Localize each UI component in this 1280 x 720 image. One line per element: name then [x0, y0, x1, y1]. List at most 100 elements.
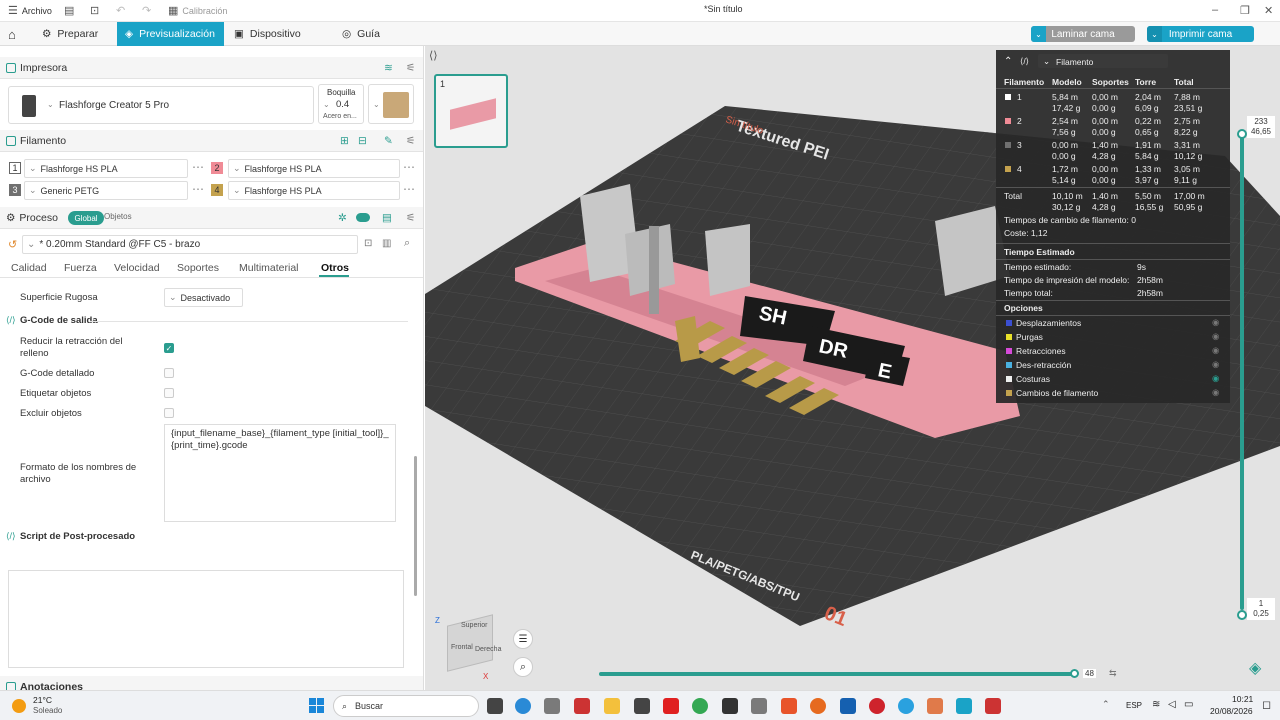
save-icon[interactable]: ⊡ — [90, 4, 99, 17]
horizontal-slider-handle[interactable] — [1070, 669, 1079, 678]
app-menu[interactable]: ☰ Archivo — [8, 4, 52, 17]
redo-icon[interactable]: ↷ — [142, 4, 151, 17]
app-icon[interactable] — [927, 698, 943, 714]
global-toggle[interactable]: Global — [68, 211, 104, 225]
task-view-icon[interactable] — [487, 698, 503, 714]
tab-device[interactable]: ▣ Dispositivo — [226, 22, 309, 46]
layers-icon[interactable]: ◈ — [1249, 658, 1271, 680]
code-icon[interactable]: ⟨/⟩ — [1020, 56, 1029, 67]
expand-icon[interactable]: ⇆ — [1109, 668, 1117, 679]
filament-4-select[interactable]: ⌄ Flashforge HS PLA — [228, 181, 400, 200]
print-button[interactable]: ⌄ Imprimir cama — [1147, 26, 1254, 42]
edit-icon[interactable]: ⋯ — [403, 182, 415, 196]
settings-icon[interactable]: ⚟ — [406, 62, 415, 74]
windows-start-icon[interactable] — [309, 698, 324, 713]
reset-icon[interactable]: ↺ — [8, 238, 17, 251]
compare-preset-icon[interactable]: ▥ — [382, 238, 391, 249]
exclude-objects-checkbox[interactable] — [164, 408, 174, 418]
tab-supports[interactable]: Soportes — [177, 262, 219, 274]
clock-time[interactable]: 10:21 — [1232, 694, 1253, 704]
undo-icon[interactable]: ↶ — [116, 4, 125, 17]
slice-button[interactable]: ⌄ Laminar cama — [1031, 26, 1135, 42]
volume-icon[interactable]: ◁ — [1168, 699, 1176, 710]
chrome-icon[interactable] — [692, 698, 708, 714]
panel-scrollbar[interactable] — [414, 456, 417, 596]
tab-multimaterial[interactable]: Multimaterial — [239, 262, 299, 274]
tab-strength[interactable]: Fuerza — [64, 262, 97, 274]
layer-slider[interactable] — [1240, 134, 1244, 610]
remove-filament-icon[interactable]: ⊟ — [358, 135, 367, 147]
tab-preview[interactable]: ◈ Previsualización — [117, 22, 224, 46]
add-filament-icon[interactable]: ⊞ — [340, 135, 349, 147]
outlook-icon[interactable] — [840, 698, 856, 714]
advanced-icon[interactable]: ✲ — [338, 212, 347, 224]
brave-icon[interactable] — [781, 698, 797, 714]
view-cube[interactable]: Superior Frontal Derecha Z X — [433, 612, 501, 681]
tab-quality[interactable]: Calidad — [11, 262, 47, 274]
filament-3-select[interactable]: ⌄ Generic PETG — [24, 181, 188, 200]
minimize-icon[interactable]: – — [1212, 4, 1218, 16]
close-icon[interactable]: ✕ — [1264, 4, 1273, 17]
filament-1-swatch[interactable]: 1 — [9, 162, 21, 174]
eye-icon[interactable]: ◉ — [1212, 387, 1219, 398]
filament-2-select[interactable]: ⌄ Flashforge HS PLA — [228, 159, 400, 178]
edit-filament-icon[interactable]: ✎ — [384, 135, 393, 147]
weather-icon[interactable] — [12, 699, 26, 713]
nozzle-select[interactable]: Boquilla ⌄ 0.4 Acero en... — [318, 84, 364, 124]
label-objects-checkbox[interactable] — [164, 388, 174, 398]
filament-2-swatch[interactable]: 2 — [211, 162, 223, 174]
chevron-up-icon[interactable]: ⌃ — [1102, 699, 1110, 710]
filename-format-input[interactable]: {input_filename_base}_{filament_type [in… — [164, 424, 396, 522]
home-icon[interactable]: ⌂ — [0, 22, 24, 46]
process-preset-select[interactable]: ⌄ * 0.20mm Standard @FF C5 - brazo — [22, 235, 358, 254]
settings-icon[interactable]: ⚟ — [406, 212, 415, 224]
edit-icon[interactable]: ⋯ — [192, 182, 204, 196]
clock-date[interactable]: 20/08/2026 — [1210, 706, 1253, 716]
file-explorer-icon[interactable] — [604, 698, 620, 714]
printer-select[interactable]: ⌄ Flashforge Creator 5 Pro — [8, 86, 314, 124]
eye-icon[interactable]: ◉ — [1212, 359, 1219, 370]
amazon-icon[interactable] — [722, 698, 738, 714]
tab-others[interactable]: Otros — [321, 262, 349, 274]
objects-toggle[interactable]: Objetos — [104, 212, 132, 221]
battery-icon[interactable]: ▭ — [1184, 699, 1193, 710]
search-icon[interactable]: ⌕ — [404, 237, 410, 250]
pdf-icon[interactable] — [985, 698, 1001, 714]
app-icon[interactable] — [574, 698, 590, 714]
orca-slicer-icon[interactable] — [956, 698, 972, 714]
eye-icon[interactable]: ◉ — [1212, 317, 1219, 328]
calibration-menu[interactable]: ▦ Calibración — [168, 4, 227, 17]
maximize-icon[interactable]: ❐ — [1240, 4, 1250, 17]
notification-icon[interactable]: ◻ — [1262, 698, 1271, 711]
firefox-icon[interactable] — [810, 698, 826, 714]
youtube-icon[interactable] — [663, 698, 679, 714]
open-icon[interactable]: ▤ — [64, 4, 74, 17]
wifi-icon[interactable]: ≋ — [384, 62, 393, 74]
post-process-input[interactable] — [8, 570, 404, 668]
language-indicator[interactable]: ESP — [1126, 701, 1142, 710]
tab-speed[interactable]: Velocidad — [114, 262, 160, 274]
zoom-icon[interactable]: ⌕ — [513, 657, 533, 677]
plate-thumbnail[interactable]: 1 — [434, 74, 508, 148]
layer-slider-bottom-handle[interactable] — [1237, 610, 1247, 620]
filament-4-swatch[interactable]: 4 — [211, 184, 223, 196]
app-icon[interactable] — [544, 698, 560, 714]
fuzzy-skin-select[interactable]: ⌄ Desactivado — [164, 288, 243, 307]
collapse-panel-icon[interactable]: ⟨⟩ — [429, 49, 438, 62]
menu-icon[interactable]: ☰ — [513, 629, 533, 649]
filament-1-select[interactable]: ⌄ Flashforge HS PLA — [24, 159, 188, 178]
eye-icon[interactable]: ◉ — [1212, 345, 1219, 356]
wifi-icon[interactable]: ≋ — [1152, 699, 1160, 710]
store-icon[interactable] — [634, 698, 650, 714]
eye-icon[interactable]: ◉ — [1212, 373, 1219, 384]
filament-3-swatch[interactable]: 3 — [9, 184, 21, 196]
settings-icon[interactable]: ⚟ — [406, 135, 415, 147]
tab-guide[interactable]: ◎ Guía — [334, 22, 388, 46]
taskbar-search[interactable]: ⌕ Buscar — [333, 695, 479, 717]
app-icon[interactable] — [751, 698, 767, 714]
horizontal-slider[interactable] — [599, 672, 1075, 676]
verbose-gcode-checkbox[interactable] — [164, 368, 174, 378]
bed-select[interactable]: ⌄ — [368, 84, 414, 124]
view-cube-right[interactable]: Derecha — [475, 646, 501, 653]
advanced-toggle[interactable] — [356, 213, 370, 222]
